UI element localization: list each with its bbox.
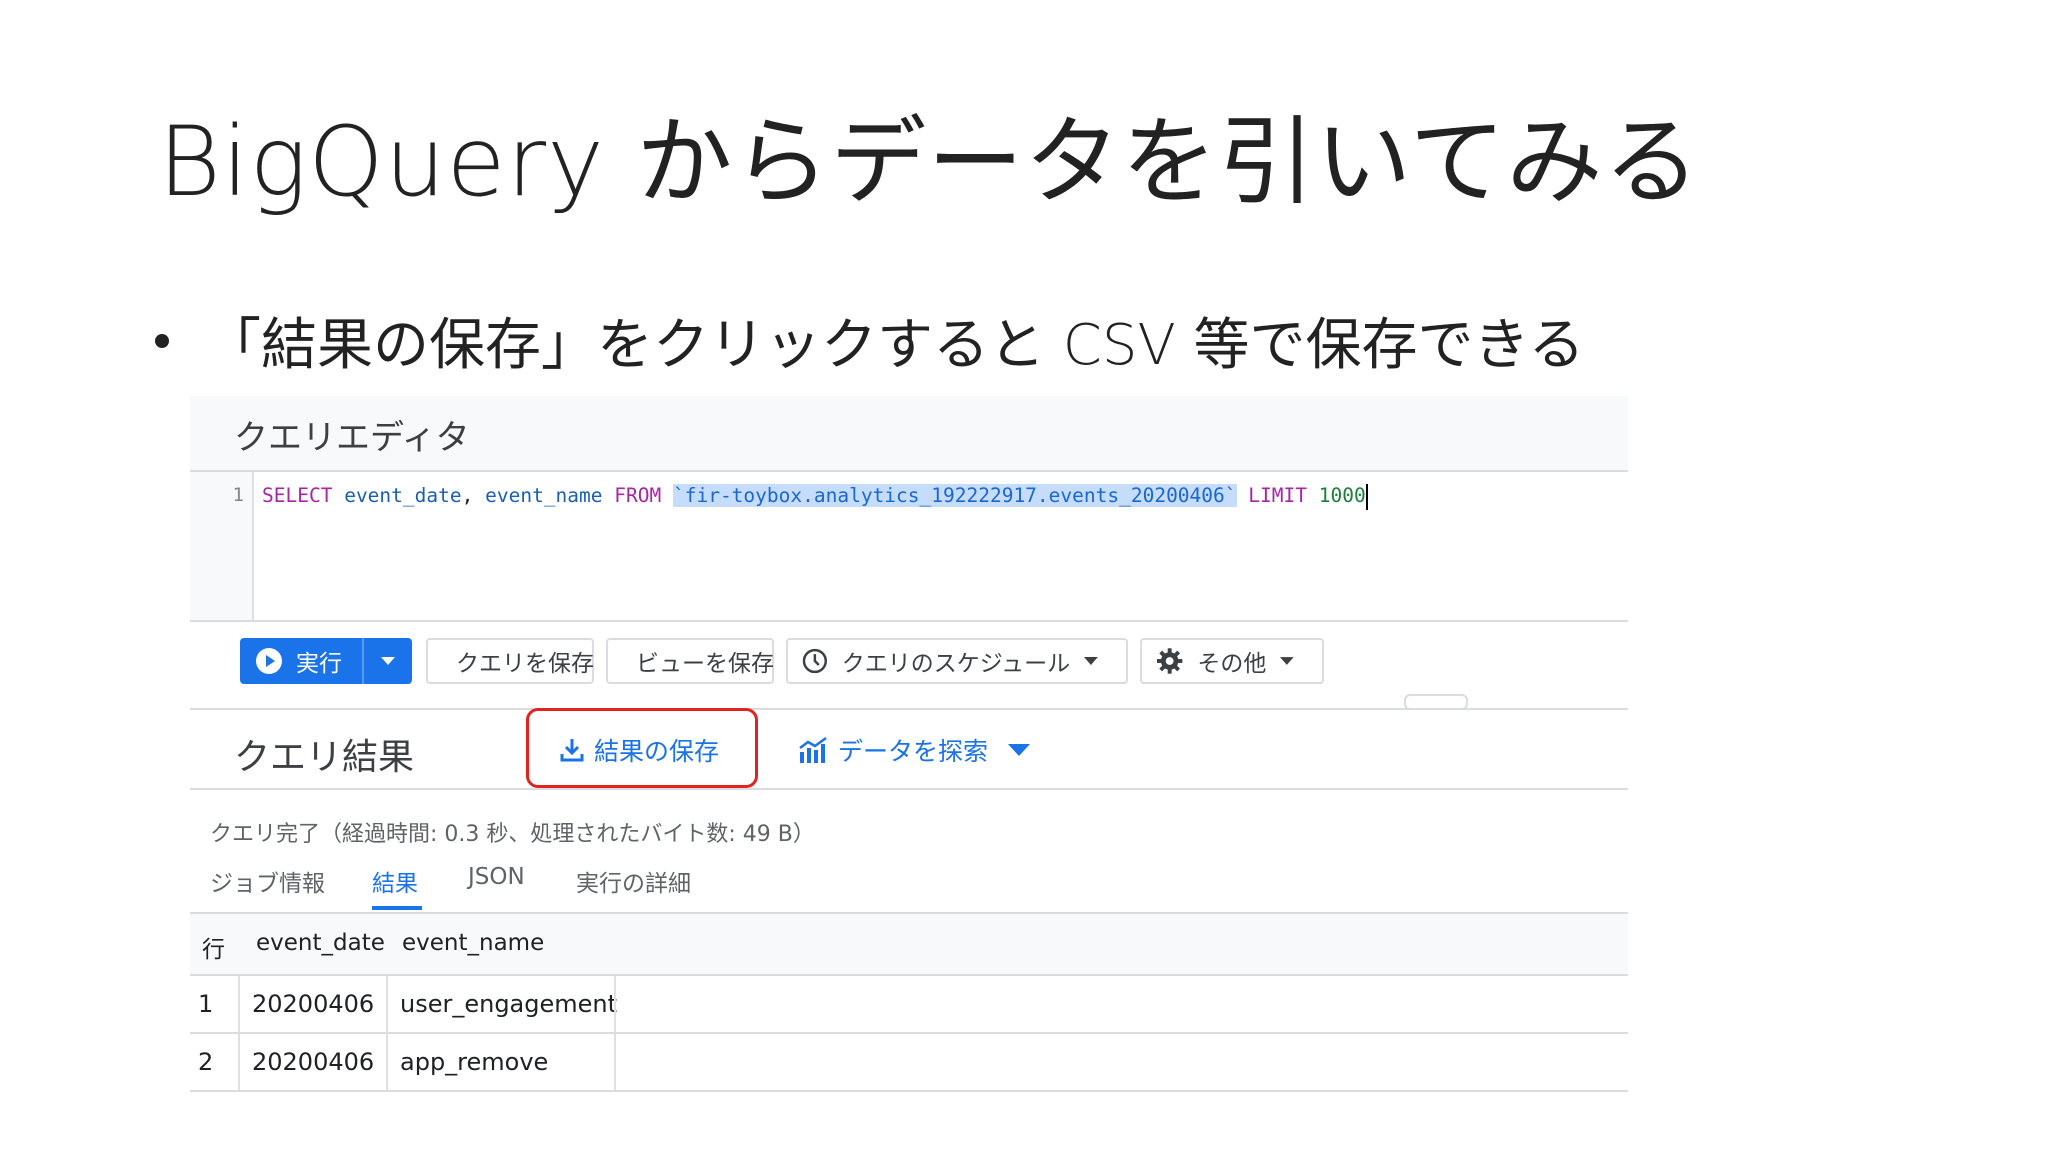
table-row: 2 20200406 app_remove	[190, 1034, 1628, 1092]
table-header: 行 event_date event_name	[190, 914, 1628, 976]
cell-divider	[238, 976, 240, 1032]
chevron-down-icon	[381, 657, 395, 665]
chart-icon	[799, 736, 827, 763]
table-row: 1 20200406 user_engagement	[190, 976, 1628, 1034]
slide-title: BigQuery からデータを引いてみる	[158, 106, 1701, 218]
editor-header: クエリエディタ	[190, 396, 1628, 472]
cell-event-name: app_remove	[400, 1048, 549, 1076]
bullet-point: 「結果の保存」をクリックすると CSV 等で保存できる	[155, 300, 1584, 381]
save-results-button[interactable]: 結果の保存	[560, 732, 719, 768]
chevron-down-icon	[1084, 657, 1098, 665]
chevron-down-icon	[1280, 657, 1294, 665]
save-query-button[interactable]: クエリを保存	[426, 638, 594, 684]
tab-json[interactable]: JSON	[468, 864, 525, 890]
cell-divider	[386, 976, 388, 1032]
save-results-label: 結果の保存	[594, 737, 720, 766]
code-editor[interactable]: 1 SELECT event_date, event_name FROM `fi…	[190, 472, 1628, 620]
sql-column-1: event_date	[344, 484, 462, 507]
bigquery-screenshot: クエリエディタ 1 SELECT event_date, event_name …	[190, 396, 1628, 1096]
more-button[interactable]: その他	[1140, 638, 1324, 684]
results-table: 行 event_date event_name 1 20200406 user_…	[190, 914, 1628, 1092]
chevron-down-icon	[1008, 744, 1031, 756]
row-number: 1	[198, 990, 214, 1018]
tab-results[interactable]: 結果	[372, 864, 418, 898]
cell-divider	[238, 1034, 240, 1090]
editor-title: クエリエディタ	[234, 418, 470, 458]
sql-keyword-limit: LIMIT	[1248, 484, 1307, 507]
run-dropdown[interactable]	[364, 657, 412, 665]
active-tab-indicator	[372, 906, 422, 910]
column-header-event-name: event_name	[402, 930, 545, 956]
sql-table-selected: `fir-toybox.analytics_192222917.events_2…	[672, 484, 1237, 507]
save-query-label: クエリを保存	[456, 651, 594, 677]
cell-event-date: 20200406	[252, 990, 375, 1018]
text-cursor	[1365, 483, 1368, 510]
explore-data-button[interactable]: データを探索	[798, 732, 1040, 768]
column-header-row: 行	[202, 937, 225, 963]
results-header: クエリ結果 結果の保存 データを探索	[190, 708, 1628, 794]
gear-icon	[1156, 648, 1183, 674]
run-label: 実行	[296, 651, 342, 677]
schedule-query-button[interactable]: クエリのスケジュール	[786, 638, 1128, 684]
bullet-dot-icon	[155, 333, 169, 348]
cell-event-name: user_engagement	[400, 990, 618, 1018]
cell-event-date: 20200406	[252, 1048, 375, 1076]
divider	[190, 788, 1628, 790]
cell-divider	[614, 976, 616, 1032]
tab-job-info[interactable]: ジョブ情報	[210, 864, 325, 898]
tab-execution-details[interactable]: 実行の詳細	[576, 864, 691, 898]
run-button[interactable]: 実行	[240, 638, 412, 684]
bullet-text: 「結果の保存」をクリックすると CSV 等で保存できる	[205, 313, 1585, 378]
cell-divider	[614, 1034, 616, 1090]
line-gutter: 1	[190, 472, 254, 620]
play-icon	[256, 648, 282, 674]
more-label: その他	[1197, 651, 1267, 677]
sql-limit-value: 1000	[1318, 484, 1366, 507]
schedule-label: クエリのスケジュール	[841, 651, 1071, 677]
sql-keyword-from: FROM	[614, 484, 662, 507]
save-view-button[interactable]: ビューを保存	[606, 638, 774, 684]
run-main[interactable]: 実行	[240, 638, 364, 684]
clock-icon	[802, 648, 828, 674]
line-number: 1	[232, 484, 244, 506]
query-toolbar: 実行 クエリを保存 ビューを保存 クエリのスケジュール その他	[190, 622, 1628, 710]
sql-keyword-select: SELECT	[262, 484, 333, 507]
results-title: クエリ結果	[234, 737, 415, 778]
sql-line[interactable]: SELECT event_date, event_name FROM `fir-…	[262, 482, 1368, 510]
query-status: クエリ完了（経過時間: 0.3 秒、処理されたバイト数: 49 B）	[210, 822, 815, 847]
column-header-event-date: event_date	[256, 930, 385, 956]
sql-column-2: event_name	[485, 484, 603, 507]
save-view-label: ビューを保存	[636, 651, 774, 677]
explore-label: データを探索	[838, 737, 989, 766]
row-number: 2	[198, 1048, 214, 1076]
download-icon	[560, 739, 584, 762]
cell-divider	[386, 1034, 388, 1090]
sql-comma: ,	[461, 484, 474, 507]
results-tabs: ジョブ情報 結果 JSON 実行の詳細	[190, 856, 1628, 910]
